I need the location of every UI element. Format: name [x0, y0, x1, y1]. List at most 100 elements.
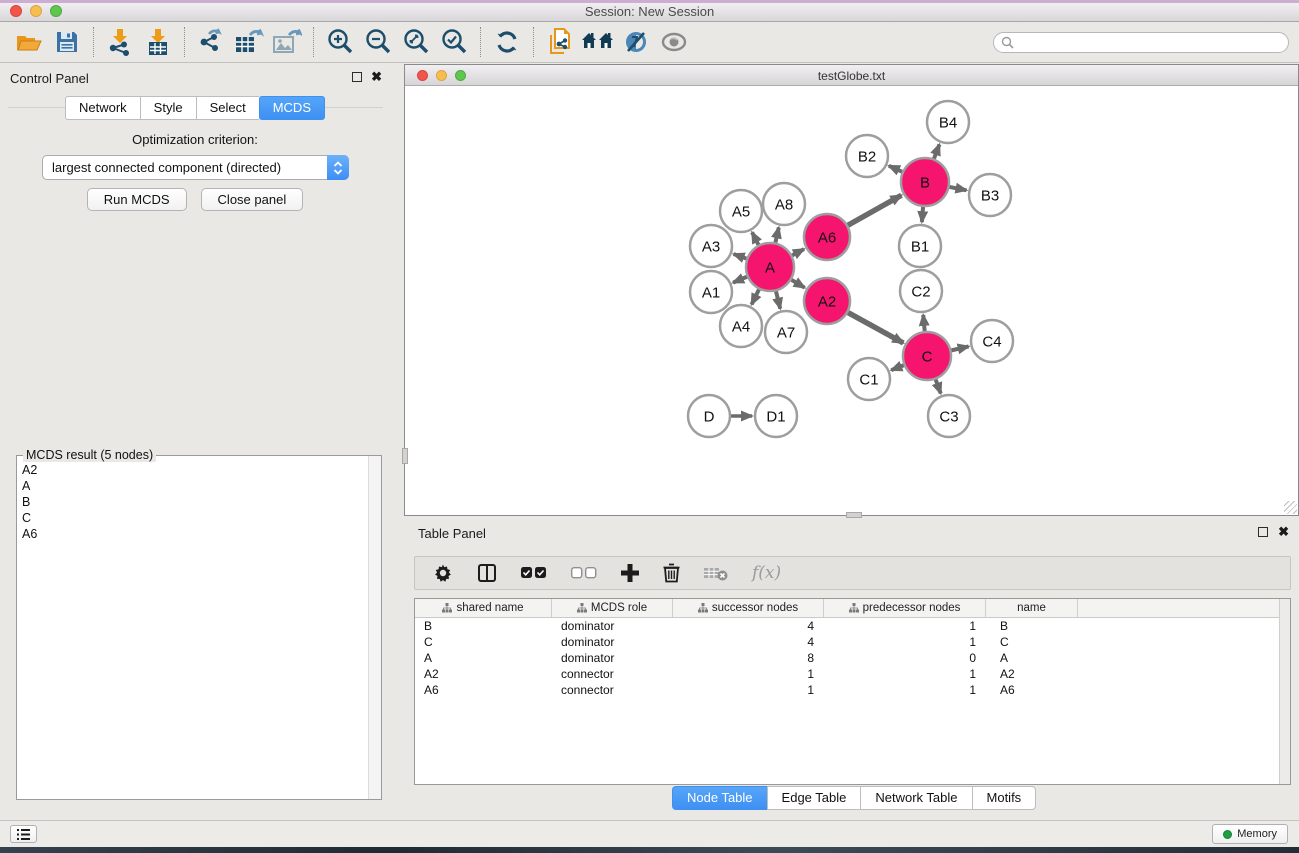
open-session-button[interactable]: [10, 25, 48, 59]
column-header-shared-name[interactable]: shared name: [415, 599, 552, 617]
export-table-button[interactable]: [230, 25, 268, 59]
tab-style[interactable]: Style: [140, 96, 196, 120]
edge-B-B1[interactable]: [922, 207, 923, 222]
refresh-button[interactable]: [488, 25, 526, 59]
criterion-dropdown[interactable]: largest connected component (directed): [42, 155, 349, 180]
graph-node-D[interactable]: D: [688, 395, 730, 437]
graph-node-B[interactable]: B: [901, 158, 949, 206]
save-session-button[interactable]: [48, 25, 86, 59]
delete-table-button[interactable]: [704, 565, 728, 581]
table-cell[interactable]: A: [415, 650, 552, 666]
select-all-columns-button[interactable]: [521, 567, 547, 579]
table-cell[interactable]: connector: [552, 666, 673, 682]
graph-node-B1[interactable]: B1: [899, 225, 941, 267]
search-input[interactable]: [1014, 34, 1288, 51]
table-cell[interactable]: dominator: [552, 650, 673, 666]
table-row[interactable]: Cdominator41C: [415, 634, 1290, 650]
edge-B-B4[interactable]: [934, 144, 939, 158]
edge-A-A4[interactable]: [752, 289, 759, 304]
search-field[interactable]: [993, 32, 1289, 53]
table-cell[interactable]: 1: [824, 634, 986, 650]
edge-A-A3[interactable]: [734, 254, 747, 259]
table-cell[interactable]: 1: [824, 666, 986, 682]
import-table-button[interactable]: [139, 25, 177, 59]
run-mcds-button[interactable]: Run MCDS: [87, 188, 187, 211]
graph-node-A6[interactable]: A6: [804, 214, 850, 260]
export-image-button[interactable]: [268, 25, 306, 59]
graph-node-C3[interactable]: C3: [928, 395, 970, 437]
export-network-button[interactable]: [192, 25, 230, 59]
edge-A-A2[interactable]: [791, 280, 804, 288]
graph-node-C4[interactable]: C4: [971, 320, 1013, 362]
graph-node-A1[interactable]: A1: [690, 271, 732, 313]
table-cell[interactable]: 1: [824, 618, 986, 634]
close-table-panel-icon[interactable]: ✖: [1278, 527, 1289, 537]
column-header-MCDS-role[interactable]: MCDS role: [552, 599, 673, 617]
table-cell[interactable]: 4: [673, 634, 824, 650]
graph-node-B3[interactable]: B3: [969, 174, 1011, 216]
edge-C-C3[interactable]: [936, 379, 941, 393]
table-cell[interactable]: 1: [824, 682, 986, 698]
table-settings-button[interactable]: [433, 563, 453, 583]
network-graph[interactable]: AA1A2A3A4A5A6A7A8BB1B2B3B4CC1C2C3C4DD1: [405, 86, 1298, 515]
table-cell[interactable]: dominator: [552, 618, 673, 634]
graph-node-A2[interactable]: A2: [804, 278, 850, 324]
node-table[interactable]: shared nameMCDS rolesuccessor nodesprede…: [414, 598, 1291, 785]
edge-C-C2[interactable]: [923, 315, 924, 331]
splitter-handle[interactable]: [846, 512, 862, 518]
window-resize-grip[interactable]: [1284, 501, 1297, 514]
graph-node-B4[interactable]: B4: [927, 101, 969, 143]
home-button[interactable]: [579, 25, 617, 59]
tab-motifs[interactable]: Motifs: [972, 786, 1037, 810]
graph-node-C2[interactable]: C2: [900, 270, 942, 312]
graph-node-C[interactable]: C: [903, 332, 951, 380]
graph-node-D1[interactable]: D1: [755, 395, 797, 437]
float-table-panel-icon[interactable]: [1258, 527, 1268, 537]
table-scrollbar[interactable]: [1279, 599, 1290, 784]
edge-C-C4[interactable]: [951, 346, 968, 350]
graph-node-A[interactable]: A: [746, 243, 794, 291]
graph-node-C1[interactable]: C1: [848, 358, 890, 400]
result-item[interactable]: A2: [22, 462, 367, 478]
edge-C-C1[interactable]: [891, 365, 903, 370]
deselect-all-columns-button[interactable]: [571, 567, 597, 579]
edge-A2-C[interactable]: [848, 313, 903, 343]
clone-network-button[interactable]: [541, 25, 579, 59]
table-cell[interactable]: 0: [824, 650, 986, 666]
edge-B-B3[interactable]: [950, 187, 967, 190]
edge-A-A1[interactable]: [733, 277, 747, 283]
table-cell[interactable]: A: [986, 650, 1078, 666]
zoom-selected-button[interactable]: [435, 25, 473, 59]
tab-node-table[interactable]: Node Table: [672, 786, 767, 810]
result-item[interactable]: A: [22, 478, 367, 494]
task-history-button[interactable]: [10, 825, 37, 843]
splitter-handle[interactable]: [402, 448, 408, 464]
table-cell[interactable]: 8: [673, 650, 824, 666]
tab-network[interactable]: Network: [65, 96, 140, 120]
table-cell[interactable]: A6: [415, 682, 552, 698]
table-cell[interactable]: A2: [986, 666, 1078, 682]
memory-button[interactable]: Memory: [1212, 824, 1288, 844]
function-builder-button[interactable]: f(x): [752, 563, 781, 583]
table-cell[interactable]: B: [415, 618, 552, 634]
add-column-button[interactable]: [621, 564, 639, 582]
tab-select[interactable]: Select: [196, 96, 259, 120]
graph-node-A8[interactable]: A8: [763, 183, 805, 225]
graph-node-A4[interactable]: A4: [720, 305, 762, 347]
table-cell[interactable]: connector: [552, 682, 673, 698]
table-cell[interactable]: B: [986, 618, 1078, 634]
show-hide-panel-button[interactable]: [655, 25, 693, 59]
table-row[interactable]: A6connector11A6: [415, 682, 1290, 698]
table-row[interactable]: A2connector11A2: [415, 666, 1290, 682]
network-window-titlebar[interactable]: testGlobe.txt: [405, 65, 1298, 86]
tab-network-table[interactable]: Network Table: [860, 786, 971, 810]
network-canvas[interactable]: AA1A2A3A4A5A6A7A8BB1B2B3B4CC1C2C3C4DD1: [405, 86, 1298, 515]
edge-A-A6[interactable]: [792, 249, 804, 255]
edge-A-A7[interactable]: [776, 291, 780, 308]
table-cell[interactable]: A6: [986, 682, 1078, 698]
close-panel-icon[interactable]: ✖: [371, 72, 382, 82]
graph-node-A3[interactable]: A3: [690, 225, 732, 267]
graph-node-A5[interactable]: A5: [720, 190, 762, 232]
result-scrollbar[interactable]: [368, 456, 381, 799]
table-cell[interactable]: 1: [673, 666, 824, 682]
